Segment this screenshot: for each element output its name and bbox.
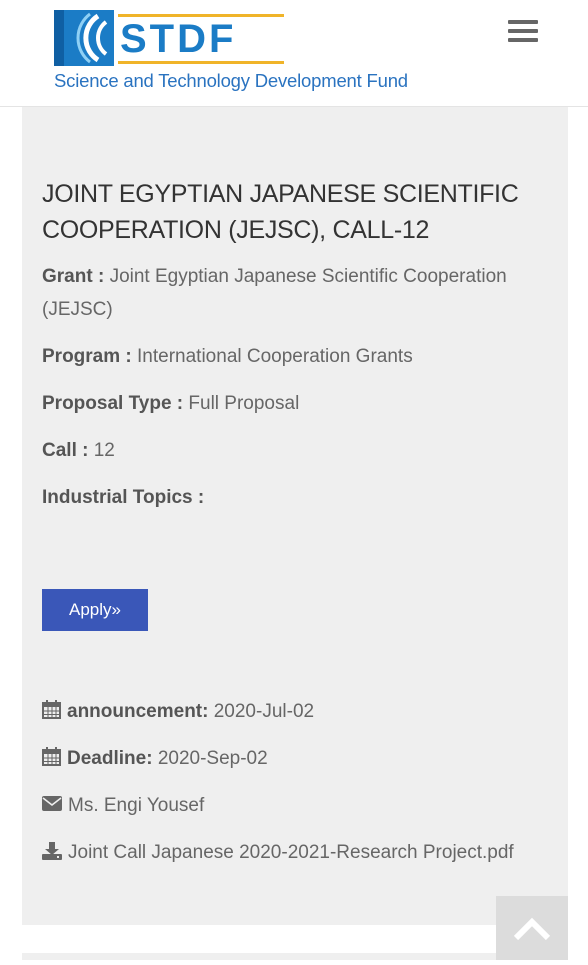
- page-title: JOINT EGYPTIAN JAPANESE SCIENTIFIC COOPE…: [42, 180, 519, 244]
- deadline-label: Deadline:: [67, 748, 153, 769]
- chevron-up-icon: [513, 917, 551, 941]
- next-card: [22, 953, 568, 960]
- industrial-topics-label: Industrial Topics :: [42, 487, 205, 508]
- site-header: STDF Science and Technology Development …: [0, 0, 588, 107]
- calendar-icon: [42, 747, 61, 767]
- hamburger-menu-icon[interactable]: [508, 20, 542, 48]
- grant-value: Joint Egyptian Japanese Scientific Coope…: [42, 266, 507, 320]
- call-value: 12: [93, 440, 115, 461]
- apply-button[interactable]: Apply»: [42, 589, 148, 631]
- contact-link[interactable]: Ms. Engi Yousef: [68, 795, 204, 816]
- announcement-label: announcement:: [67, 701, 209, 722]
- call-number-field: Call : 12: [42, 434, 552, 467]
- grant-label: Grant :: [42, 266, 105, 287]
- stdf-logo-mark-icon: [54, 10, 114, 66]
- proposal-type-field: Proposal Type : Full Proposal: [42, 387, 552, 420]
- logo-wordmark: STDF: [118, 14, 284, 64]
- contact-row: Ms. Engi Yousef: [42, 792, 562, 820]
- industrial-topics-field: Industrial Topics :: [42, 481, 552, 514]
- deadline-date: 2020-Sep-02: [157, 748, 268, 769]
- proposal-type-value: Full Proposal: [188, 393, 300, 414]
- logo-tagline: Science and Technology Development Fund: [54, 70, 408, 91]
- program-field: Program : International Cooperation Gran…: [42, 340, 552, 373]
- grant-field: Grant : Joint Egyptian Japanese Scientif…: [42, 260, 552, 326]
- download-icon: [42, 841, 62, 860]
- scroll-to-top-button[interactable]: [496, 896, 568, 960]
- attachment-link[interactable]: Joint Call Japanese 2020-2021-Research P…: [68, 842, 514, 863]
- announcement-date: 2020-Jul-02: [213, 701, 315, 722]
- program-label: Program :: [42, 346, 132, 367]
- proposal-type-label: Proposal Type :: [42, 393, 184, 414]
- calendar-icon: [42, 700, 61, 720]
- deadline-row: Deadline: 2020-Sep-02: [42, 745, 562, 773]
- announcement-row: announcement: 2020-Jul-02: [42, 698, 562, 726]
- stdf-logo[interactable]: STDF Science and Technology Development …: [54, 10, 414, 96]
- envelope-icon: [42, 796, 62, 812]
- program-value: International Cooperation Grants: [137, 346, 413, 367]
- attachment-row: Joint Call Japanese 2020-2021-Research P…: [42, 839, 562, 867]
- call-label: Call :: [42, 440, 89, 461]
